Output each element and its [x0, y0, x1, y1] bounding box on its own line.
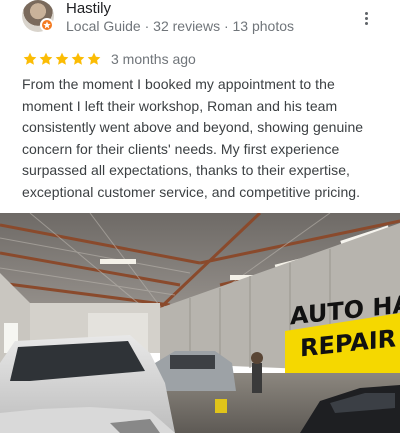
- star-icon: [39, 52, 53, 65]
- star-icon: [71, 52, 85, 65]
- review-photo[interactable]: AUTO HA REPAIR: [0, 213, 400, 433]
- star-icon: [87, 52, 101, 65]
- reviewer-name[interactable]: Hastily: [66, 0, 111, 17]
- star-rating: [22, 51, 102, 67]
- star-icon: [23, 52, 37, 65]
- rating-row: 3 months ago: [22, 51, 196, 67]
- star-icon: [55, 52, 69, 65]
- more-vert-icon[interactable]: [356, 8, 376, 28]
- reviewer-meta: Local Guide · 32 reviews · 13 photos: [66, 18, 295, 34]
- review-header: Hastily Local Guide · 32 reviews · 13 ph…: [0, 0, 400, 42]
- review-text: From the moment I booked my appointment …: [22, 76, 364, 200]
- local-guide-badge-icon: [40, 18, 54, 32]
- review-time: 3 months ago: [111, 51, 196, 67]
- reviewer-avatar[interactable]: [22, 0, 54, 32]
